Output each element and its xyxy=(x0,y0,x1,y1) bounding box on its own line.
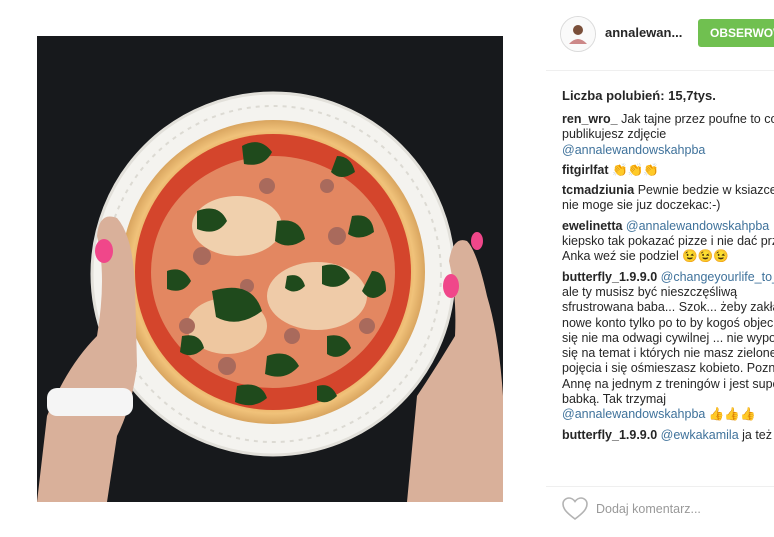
heart-outline-icon[interactable] xyxy=(562,497,588,526)
comment-username[interactable]: ren_wro_ xyxy=(562,112,618,126)
add-comment-input[interactable]: Dodaj komentarz... xyxy=(596,502,701,516)
comment-text: ja też xyxy=(738,427,773,442)
comment-mention[interactable]: @annalewandowskahpba 👍👍👍 xyxy=(562,407,756,421)
comment-mention[interactable]: @annalewandowskahpba xyxy=(622,219,769,233)
post-sidebar: annalewan... OBSERWOW Liczba polubień: 1… xyxy=(546,0,774,537)
comment-item: ewelinetta @annalewandowskahpba kiepsko … xyxy=(562,219,774,265)
post-photo[interactable] xyxy=(37,36,503,502)
comment-username[interactable]: butterfly_1.9.9.0 xyxy=(562,428,657,442)
follow-button[interactable]: OBSERWOW xyxy=(698,19,774,47)
comment-item: butterfly_1.9.9.0 @changeyourlife_to_now… xyxy=(562,270,774,423)
comment-text: 👏👏👏 xyxy=(608,162,659,177)
likes-count[interactable]: Liczba polubień: 15,7tys. xyxy=(562,88,716,103)
comment-item: ren_wro_ Jak tajne przez poufne to co pu… xyxy=(562,112,774,158)
comment-item: butterfly_1.9.9.0 @ewkakamila ja też xyxy=(562,428,774,443)
comment-username[interactable]: butterfly_1.9.9.0 xyxy=(562,270,657,284)
comment-username[interactable]: tcmadziunia xyxy=(562,183,634,197)
comment-username[interactable]: ewelinetta xyxy=(562,219,622,233)
comment-item: tcmadziunia Pewnie bedzie w ksiazce ktor… xyxy=(562,183,774,214)
comment-username[interactable]: fitgirlfat xyxy=(562,163,609,177)
pizza-image xyxy=(37,91,503,502)
post-header: annalewan... OBSERWOW xyxy=(546,0,774,71)
username-link[interactable]: annalewan... xyxy=(605,25,682,40)
comment-mention[interactable]: @changeyourlife_to_now xyxy=(657,270,774,284)
avatar-icon[interactable] xyxy=(560,16,596,52)
comment-text: ale ty musisz być nieszczęśliwą sfrustro… xyxy=(562,284,774,407)
comment-text: kiepsko tak pokazać pizze i nie dać prze… xyxy=(562,234,774,264)
comment-bar: Dodaj komentarz... xyxy=(546,486,774,537)
comments-list: ren_wro_ Jak tajne przez poufne to co pu… xyxy=(562,112,774,448)
comment-item: fitgirlfat 👏👏👏 xyxy=(562,163,774,178)
comment-mention[interactable]: @annalewandowskahpba xyxy=(562,143,705,157)
comment-mention[interactable]: @ewkakamila xyxy=(657,428,739,442)
